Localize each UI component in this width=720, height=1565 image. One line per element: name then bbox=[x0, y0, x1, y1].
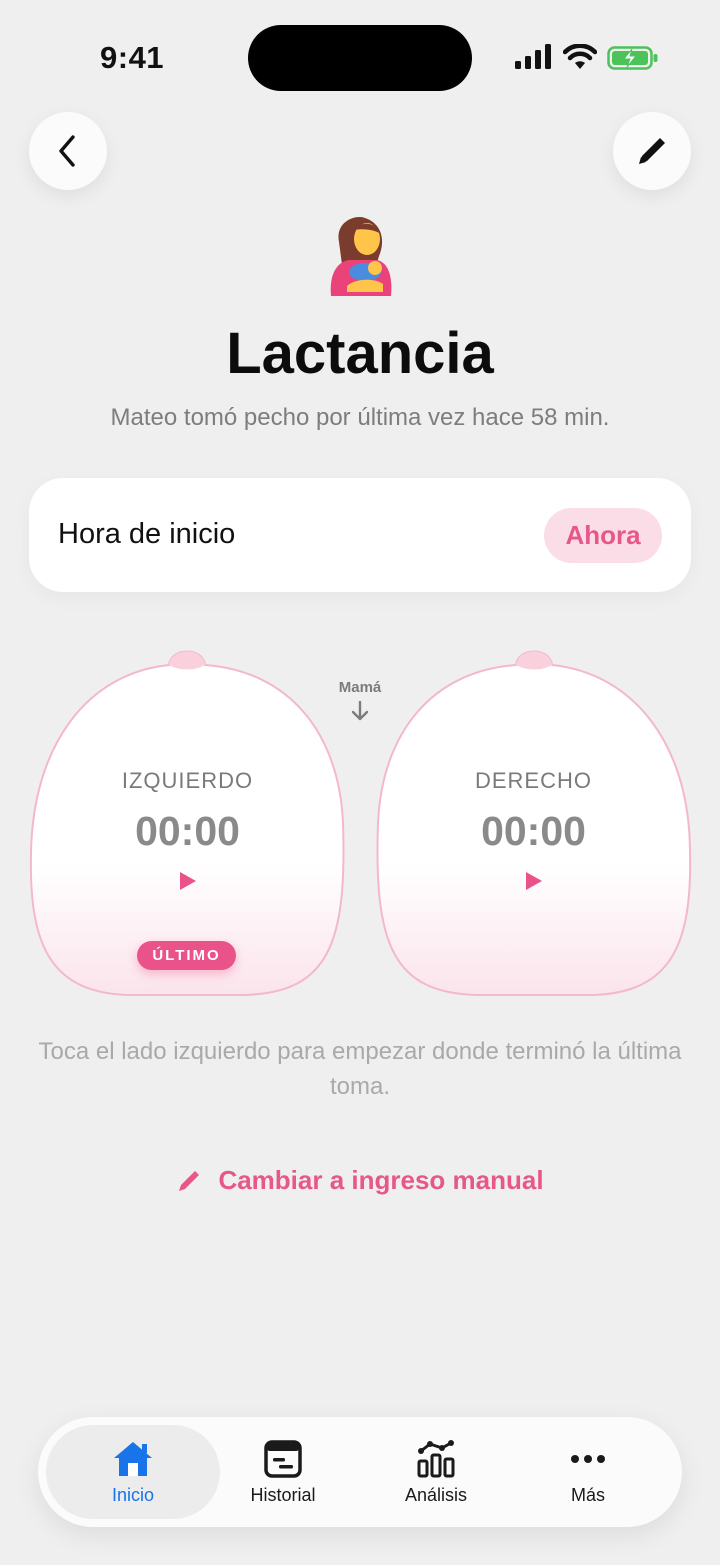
tab-historial-label: Historial bbox=[250, 1485, 316, 1505]
wifi-icon bbox=[563, 44, 597, 69]
arrow-down-icon bbox=[351, 700, 369, 721]
pencil-icon bbox=[179, 1170, 200, 1191]
tab-mas[interactable]: Más bbox=[513, 1417, 663, 1527]
calendar-list-icon bbox=[264, 1440, 302, 1478]
tab-analisis[interactable]: Análisis bbox=[361, 1417, 511, 1527]
hint-text: Toca el lado izquierdo para empezar dond… bbox=[38, 1038, 682, 1100]
status-time: 9:41 bbox=[100, 40, 165, 75]
tab-analisis-label: Análisis bbox=[404, 1485, 468, 1505]
tab-bar: Inicio Historial Análisis Más bbox=[38, 1417, 682, 1527]
page-title: Lactancia bbox=[226, 321, 494, 386]
play-icon bbox=[526, 872, 542, 890]
back-button[interactable] bbox=[29, 112, 107, 190]
cellular-signal-icon bbox=[515, 44, 551, 69]
tab-historial[interactable]: Historial bbox=[208, 1417, 358, 1527]
chart-icon bbox=[417, 1440, 455, 1478]
left-side-timer-button[interactable]: IZQUIERDO 00:00 ÚLTIMO bbox=[29, 643, 346, 1000]
right-side-time: 00:00 bbox=[481, 808, 586, 854]
edit-button[interactable] bbox=[613, 112, 691, 190]
battery-charging-icon bbox=[607, 46, 658, 70]
left-side-label: IZQUIERDO bbox=[121, 768, 254, 793]
more-icon bbox=[571, 1455, 605, 1463]
play-icon bbox=[180, 872, 196, 890]
tab-mas-label: Más bbox=[570, 1485, 605, 1505]
pencil-icon bbox=[639, 138, 665, 164]
tab-inicio[interactable]: Inicio bbox=[46, 1417, 220, 1527]
start-time-card[interactable]: Hora de inicio Ahora bbox=[29, 478, 691, 592]
chevron-left-icon bbox=[59, 135, 75, 167]
manual-entry-label: Cambiar a ingreso manual bbox=[218, 1165, 544, 1195]
home-icon bbox=[114, 1442, 152, 1476]
start-time-label: Hora de inicio bbox=[58, 518, 236, 550]
status-icons bbox=[515, 44, 665, 72]
left-side-time: 00:00 bbox=[135, 808, 240, 854]
breastfeeding-emoji bbox=[330, 217, 392, 296]
tab-inicio-label: Inicio bbox=[111, 1485, 155, 1505]
last-feeding-subtitle: Mateo tomó pecho por última vez hace 58 … bbox=[110, 404, 610, 431]
right-side-timer-button[interactable]: DERECHO 00:00 bbox=[375, 643, 692, 1000]
start-time-now-button[interactable]: Ahora bbox=[544, 508, 662, 563]
right-side-label: DERECHO bbox=[474, 768, 592, 793]
manual-entry-link[interactable]: Cambiar a ingreso manual bbox=[0, 1165, 720, 1196]
dynamic-island bbox=[248, 25, 472, 91]
last-side-badge: ÚLTIMO bbox=[137, 941, 236, 970]
